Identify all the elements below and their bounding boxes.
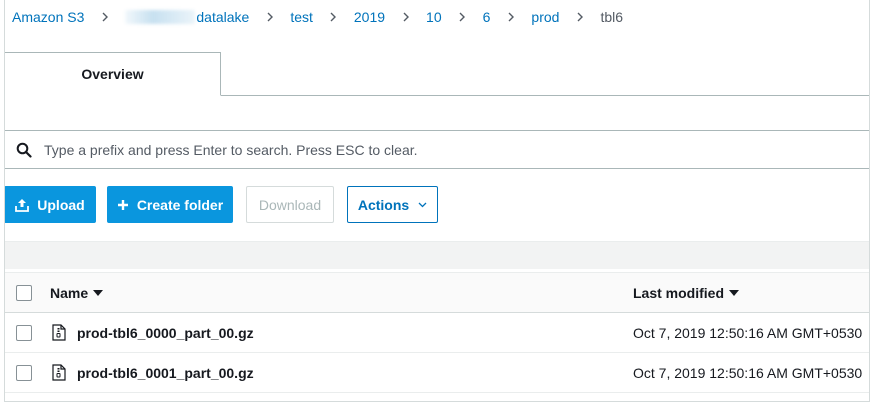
file-icon <box>52 364 66 381</box>
create-folder-button-label: Create folder <box>136 196 224 213</box>
column-header-last-modified[interactable]: Last modified <box>633 273 740 313</box>
breadcrumb-6[interactable]: 6 <box>483 9 491 25</box>
tab-bar: Overview <box>5 52 869 96</box>
breadcrumb-bucket[interactable]: datalake <box>125 9 249 25</box>
row-checkbox[interactable] <box>16 325 32 341</box>
search-bar <box>5 130 869 169</box>
sort-caret-icon <box>93 290 104 296</box>
column-header-name[interactable]: Name <box>50 273 104 313</box>
table-row[interactable]: prod-tbl6_0000_part_00.gz Oct 7, 2019 12… <box>5 313 869 353</box>
row-checkbox[interactable] <box>16 365 32 381</box>
create-folder-button[interactable]: Create folder <box>107 186 233 223</box>
toolbar: Upload Create folder Download Actions <box>5 186 869 223</box>
column-header-name-label: Name <box>50 285 89 301</box>
upload-button[interactable]: Upload <box>5 186 96 223</box>
tab-overview[interactable]: Overview <box>5 52 221 96</box>
table-row[interactable]: prod-tbl6_0001_part_00.gz Oct 7, 2019 12… <box>5 353 869 393</box>
s3-console-frame: Amazon S3 datalake test 2019 10 6 prod t… <box>4 0 870 402</box>
chevron-right-icon <box>442 12 483 22</box>
search-icon <box>5 142 44 158</box>
breadcrumb-2019[interactable]: 2019 <box>354 9 385 25</box>
redacted-text <box>125 10 196 24</box>
chevron-right-icon <box>313 12 354 22</box>
upload-button-label: Upload <box>37 196 85 213</box>
chevron-right-icon <box>249 12 290 22</box>
table-top-strip <box>5 241 869 269</box>
chevron-right-icon <box>559 12 600 22</box>
breadcrumb-prod[interactable]: prod <box>531 9 559 25</box>
breadcrumb-bucket-label: datalake <box>196 9 250 25</box>
breadcrumb-test[interactable]: test <box>290 9 313 25</box>
sort-caret-icon <box>729 290 740 296</box>
file-last-modified: Oct 7, 2019 12:50:16 AM GMT+0530 <box>633 325 863 341</box>
upload-icon <box>15 198 30 212</box>
chevron-down-icon <box>418 202 427 208</box>
table-header: Name Last modified <box>5 272 869 313</box>
chevron-right-icon <box>84 12 125 22</box>
file-name-link[interactable]: prod-tbl6_0001_part_00.gz <box>77 353 254 393</box>
file-icon <box>52 324 66 341</box>
download-button[interactable]: Download <box>246 186 334 223</box>
breadcrumb-10[interactable]: 10 <box>426 9 442 25</box>
file-last-modified: Oct 7, 2019 12:50:16 AM GMT+0530 <box>633 365 863 381</box>
plus-icon <box>117 199 129 211</box>
breadcrumb: Amazon S3 datalake test 2019 10 6 prod t… <box>12 8 623 26</box>
actions-button-label: Actions <box>357 196 410 213</box>
column-header-last-modified-label: Last modified <box>633 285 725 301</box>
breadcrumb-amazon-s3[interactable]: Amazon S3 <box>12 9 84 25</box>
select-all-checkbox[interactable] <box>16 285 32 301</box>
file-name-link[interactable]: prod-tbl6_0000_part_00.gz <box>77 313 254 353</box>
breadcrumb-current: tbl6 <box>600 9 624 25</box>
search-input[interactable] <box>44 134 869 165</box>
chevron-right-icon <box>490 12 531 22</box>
chevron-right-icon <box>385 12 426 22</box>
actions-dropdown-button[interactable]: Actions <box>347 186 438 223</box>
